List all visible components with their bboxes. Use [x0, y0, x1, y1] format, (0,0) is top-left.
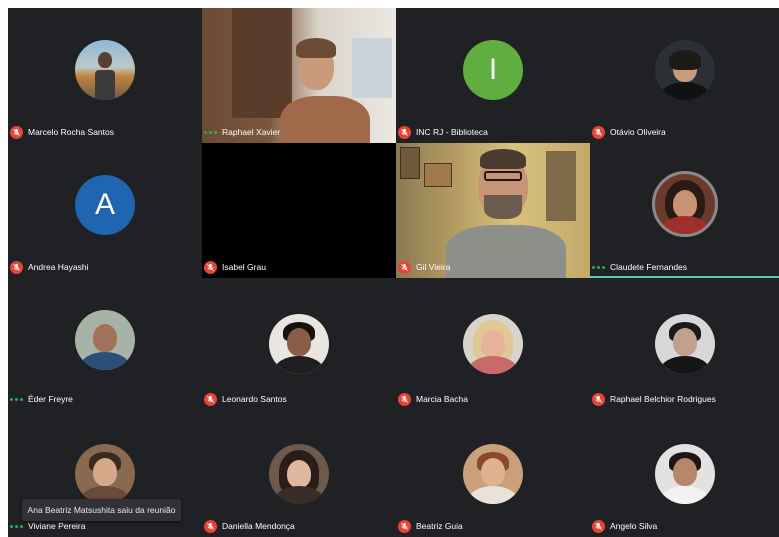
- participant-avatar: [654, 40, 715, 100]
- participant-video: [396, 143, 590, 278]
- participant-video: [202, 143, 396, 278]
- participant-tile[interactable]: Raphael Belchior Rodrigues: [590, 278, 779, 410]
- mic-off-icon: [398, 392, 411, 406]
- participant-label: Andrea Hayashi: [10, 260, 88, 274]
- participant-tile[interactable]: Leonardo Santos: [202, 278, 396, 410]
- participant-name: Éder Freyre: [28, 394, 73, 404]
- mic-off-icon: [10, 125, 23, 139]
- participant-tile[interactable]: Raphael Xavier: [202, 8, 396, 143]
- participant-tile[interactable]: Daniella Mendonça: [202, 410, 396, 537]
- participant-tile[interactable]: Gil Vieira: [396, 143, 590, 278]
- avatar-initial: I: [488, 53, 498, 86]
- participant-name: Marcelo Rocha Santos: [28, 127, 114, 137]
- participant-name: Leonardo Santos: [222, 394, 287, 404]
- participant-name: Isabel Grau: [222, 262, 266, 272]
- participant-name: Claudete Fernandes: [610, 262, 688, 272]
- participant-tile[interactable]: Éder Freyre: [8, 278, 202, 410]
- participant-avatar: [75, 444, 135, 504]
- participant-name: Beatriz Guia: [416, 521, 463, 531]
- participant-tile[interactable]: Claudete Fernandes: [590, 143, 779, 278]
- participant-label: Marcelo Rocha Santos: [10, 125, 114, 139]
- participant-tile[interactable]: Marcia Bacha: [396, 278, 590, 410]
- participant-avatar: [75, 40, 135, 100]
- participant-name: Gil Vieira: [416, 262, 451, 272]
- participant-tile[interactable]: A Andrea Hayashi: [8, 143, 202, 278]
- mic-off-icon: [10, 260, 23, 274]
- participant-tile[interactable]: Marcelo Rocha Santos: [8, 8, 202, 143]
- mic-off-icon: [398, 260, 411, 274]
- participant-avatar: [269, 444, 329, 504]
- audio-dots-icon: [204, 130, 217, 134]
- mic-off-icon: [592, 125, 605, 139]
- mic-off-icon: [204, 392, 217, 406]
- participant-label: Claudete Fernandes: [592, 260, 687, 274]
- audio-dots-icon: [10, 397, 23, 401]
- participant-avatar: [463, 444, 523, 504]
- mic-off-icon: [204, 260, 217, 274]
- participant-name: Marcia Bacha: [416, 394, 468, 404]
- participant-avatar: [75, 310, 135, 370]
- participant-name: Otávio Oliveira: [610, 127, 666, 137]
- participant-tile[interactable]: I INC RJ - Biblioteca: [396, 8, 590, 143]
- audio-dots-icon: [592, 265, 605, 269]
- participant-avatar: A: [75, 175, 135, 235]
- participant-label: Marcia Bacha: [398, 392, 468, 406]
- mic-off-icon: [592, 519, 605, 533]
- participant-grid: Marcelo Rocha Santos Raphael Xavier I IN…: [8, 8, 779, 537]
- participant-avatar: [651, 171, 718, 237]
- participant-label: Gil Vieira: [398, 260, 450, 274]
- participant-label: Viviane Pereira: [10, 519, 86, 533]
- mic-off-icon: [398, 519, 411, 533]
- participant-label: Otávio Oliveira: [592, 125, 666, 139]
- notification-text: Ana Beatriz Matsushita saiu da reunião: [27, 505, 176, 515]
- participant-label: Raphael Xavier: [204, 125, 280, 139]
- mic-off-icon: [592, 392, 605, 406]
- participant-label: Raphael Belchior Rodrigues: [592, 392, 716, 406]
- participant-name: Andrea Hayashi: [28, 262, 89, 272]
- participant-label: Beatriz Guia: [398, 519, 463, 533]
- mic-off-icon: [398, 125, 411, 139]
- participant-avatar: [269, 314, 329, 374]
- meeting-window: Marcelo Rocha Santos Raphael Xavier I IN…: [0, 0, 779, 537]
- participant-avatar: [463, 314, 523, 374]
- participant-tile[interactable]: Angelo Silva: [590, 410, 779, 537]
- participant-avatar: I: [463, 40, 523, 100]
- participant-tile[interactable]: Beatriz Guia: [396, 410, 590, 537]
- participant-tile[interactable]: Otávio Oliveira: [590, 8, 779, 143]
- participant-label: Leonardo Santos: [204, 392, 287, 406]
- audio-dots-icon: [10, 524, 23, 528]
- participant-tile[interactable]: Isabel Grau: [202, 143, 396, 278]
- participant-label: Éder Freyre: [10, 392, 73, 406]
- participant-name: Raphael Xavier: [222, 127, 281, 137]
- participant-name: Daniella Mendonça: [222, 521, 295, 531]
- mic-off-icon: [204, 519, 217, 533]
- participant-name: Raphael Belchior Rodrigues: [610, 394, 716, 404]
- participant-label: Angelo Silva: [592, 519, 657, 533]
- avatar-initial: A: [94, 188, 115, 221]
- participant-video: [202, 8, 396, 143]
- participant-label: INC RJ - Biblioteca: [398, 125, 488, 139]
- participant-name: Angelo Silva: [610, 521, 658, 531]
- participant-name: Viviane Pereira: [28, 521, 86, 531]
- participant-name: INC RJ - Biblioteca: [416, 127, 488, 137]
- participant-label: Daniella Mendonça: [204, 519, 295, 533]
- participant-avatar: [654, 314, 715, 374]
- participant-avatar: [654, 444, 715, 504]
- participant-label: Isabel Grau: [204, 260, 266, 274]
- participant-left-notification: Ana Beatriz Matsushita saiu da reunião: [22, 499, 181, 521]
